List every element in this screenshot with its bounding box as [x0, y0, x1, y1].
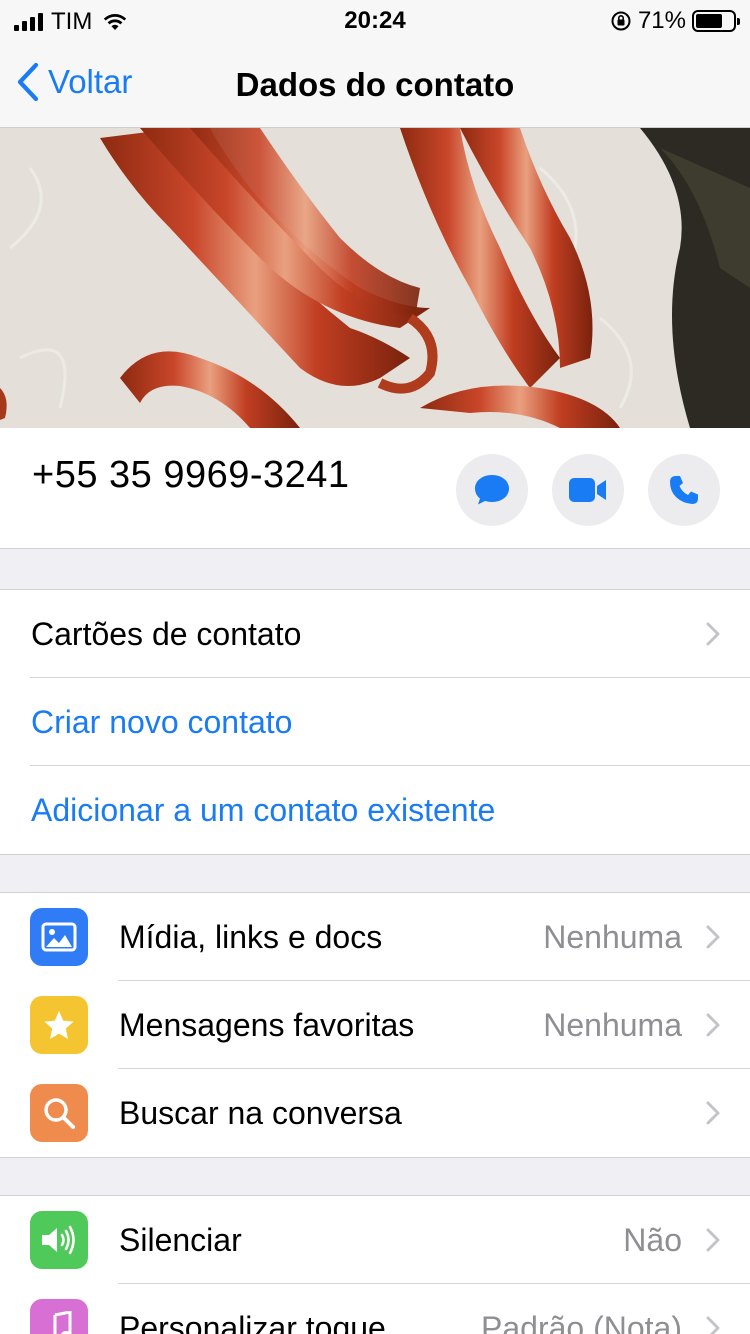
starred-messages-row[interactable]: Mensagens favoritas Nenhuma — [0, 981, 750, 1069]
contact-cards-row[interactable]: Cartões de contato — [0, 590, 750, 678]
music-note-icon — [30, 1299, 88, 1334]
page-title: Dados do contato — [235, 66, 515, 103]
custom-tone-row[interactable]: Personalizar toque Padrão (Nota) — [0, 1284, 750, 1334]
row-label: Cartões de contato — [31, 615, 302, 652]
message-icon — [475, 475, 509, 505]
chevron-right-icon — [706, 1228, 720, 1252]
profile-photo[interactable] — [0, 128, 750, 428]
speaker-icon — [30, 1211, 88, 1269]
status-bar: TIM 20:24 71% — [0, 0, 750, 40]
photo-icon — [30, 908, 88, 966]
star-icon — [30, 996, 88, 1054]
navigation-bar: Voltar Dados do contato — [0, 40, 750, 128]
create-new-contact-row[interactable]: Criar novo contato — [0, 678, 750, 766]
row-label: Mensagens favoritas — [119, 1006, 415, 1043]
video-call-icon — [569, 478, 606, 502]
contact-phone-number[interactable]: +55 35 9969-3241 — [32, 454, 350, 497]
chevron-right-icon — [706, 1101, 720, 1125]
notifications-group: Silenciar Não Personalizar toque Padrão … — [0, 1195, 750, 1334]
profile-photo-image — [0, 128, 750, 428]
row-value: Não — [623, 1221, 682, 1258]
chevron-right-icon — [706, 1316, 720, 1334]
message-button[interactable] — [456, 454, 528, 526]
orientation-lock-icon — [611, 11, 631, 31]
media-links-docs-row[interactable]: Mídia, links e docs Nenhuma — [0, 893, 750, 981]
row-value: Padrão (Nota) — [481, 1309, 682, 1334]
mute-row[interactable]: Silenciar Não — [0, 1196, 750, 1284]
battery-fill — [696, 14, 722, 28]
battery-icon — [692, 10, 740, 32]
row-label: Adicionar a um contato existente — [31, 791, 496, 828]
chevron-right-icon — [706, 622, 720, 646]
row-label: Personalizar toque — [119, 1309, 386, 1334]
phone-call-icon — [670, 476, 698, 504]
search-chat-row[interactable]: Buscar na conversa — [0, 1069, 750, 1157]
add-to-existing-contact-row[interactable]: Adicionar a um contato existente — [0, 766, 750, 854]
row-label: Silenciar — [119, 1221, 242, 1258]
chat-info-group: Mídia, links e docs Nenhuma Mensagens fa… — [0, 892, 750, 1158]
row-value: Nenhuma — [543, 918, 682, 955]
chevron-right-icon — [706, 925, 720, 949]
phone-call-button[interactable] — [648, 454, 720, 526]
row-label: Criar novo contato — [31, 703, 293, 740]
row-label: Buscar na conversa — [119, 1094, 402, 1131]
row-label: Mídia, links e docs — [119, 918, 383, 955]
contact-card: +55 35 9969-3241 — [0, 428, 750, 549]
contact-actions-group: Cartões de contato Criar novo contato Ad… — [0, 589, 750, 855]
video-call-button[interactable] — [552, 454, 624, 526]
battery-percentage: 71% — [637, 7, 686, 34]
search-icon — [30, 1084, 88, 1142]
row-value: Nenhuma — [543, 1006, 682, 1043]
chevron-right-icon — [706, 1013, 720, 1037]
